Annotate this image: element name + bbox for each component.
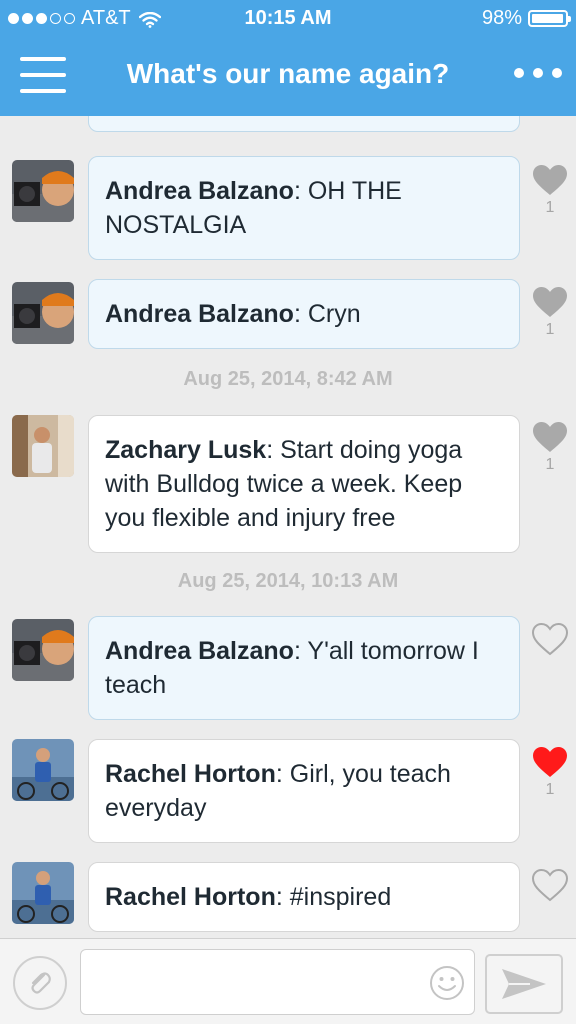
message-separator: : (275, 760, 290, 788)
like-button[interactable]: 1 (532, 164, 568, 217)
like-button[interactable] (532, 623, 568, 658)
like-button[interactable]: 1 (532, 746, 568, 799)
message-text: Cryn (307, 300, 361, 328)
more-dot (533, 68, 543, 78)
more-dots-icon[interactable] (514, 68, 562, 78)
like-count: 1 (545, 321, 555, 338)
send-arrow-icon (502, 969, 546, 999)
top-bar: AT&T 10:15 AM 98% What's our name again? (0, 0, 576, 116)
message-author[interactable]: Rachel Horton (105, 760, 276, 788)
like-button[interactable]: 1 (532, 286, 568, 339)
status-right: 98% (481, 7, 571, 30)
send-button[interactable] (485, 954, 563, 1014)
message-author[interactable]: Andrea Balzano (105, 637, 294, 665)
battery-fill (532, 14, 564, 23)
message-author[interactable]: Andrea Balzano (105, 177, 294, 205)
message-author[interactable]: Zachary Lusk (105, 436, 266, 464)
avatar-image (12, 282, 74, 344)
message-bubble[interactable]: Andrea Balzano: Cryn (88, 279, 520, 349)
message-bubble-partial (88, 116, 520, 132)
message-bubble[interactable]: Andrea Balzano: OH THE NOSTALGIA (88, 156, 520, 260)
message-separator: : (293, 637, 308, 665)
message-separator: : (266, 436, 281, 464)
message-separator: : (293, 300, 308, 328)
heart-icon (533, 422, 567, 452)
battery-icon (528, 10, 571, 27)
paperclip-icon[interactable] (13, 956, 67, 1010)
heart-icon (533, 287, 567, 317)
heart-liked-icon (533, 747, 567, 777)
like-button[interactable] (532, 869, 568, 904)
conversation-title: What's our name again? (126, 58, 450, 89)
timestamp-divider: Aug 25, 2014, 8:42 AM (183, 368, 393, 390)
avatar[interactable] (12, 619, 74, 681)
smiley-glyph (430, 966, 464, 1000)
message-input[interactable] (80, 949, 475, 1015)
message-bubble[interactable]: Zachary Lusk: Start doing yoga with Bull… (88, 415, 520, 553)
like-button[interactable]: 1 (532, 421, 568, 474)
avatar-image (12, 415, 74, 477)
timestamp-divider: Aug 25, 2014, 10:13 AM (177, 570, 399, 592)
battery-percent: 98% (481, 7, 522, 29)
avatar-image (12, 160, 74, 222)
message-bubble[interactable]: Rachel Horton: #inspired (88, 862, 520, 932)
like-count: 1 (545, 781, 555, 798)
menu-line (20, 89, 66, 93)
avatar[interactable] (12, 862, 74, 924)
smiley-icon[interactable] (429, 965, 465, 1001)
hamburger-menu-icon[interactable] (20, 57, 66, 93)
message-author[interactable]: Rachel Horton (105, 883, 276, 911)
heart-outline-icon (532, 869, 568, 902)
heart-icon (533, 165, 567, 195)
avatar-image (12, 619, 74, 681)
nav-bar: What's our name again? (0, 36, 576, 116)
avatar-image (12, 739, 74, 801)
like-count: 1 (545, 456, 555, 473)
avatar[interactable] (12, 282, 74, 344)
message-separator: : (293, 177, 308, 205)
message-text: #inspired (289, 883, 392, 911)
avatar[interactable] (12, 739, 74, 801)
message-bubble[interactable]: Andrea Balzano: Y'all tomorrow I teach (88, 616, 520, 720)
more-dot (514, 68, 524, 78)
status-bar: AT&T 10:15 AM 98% (0, 0, 576, 36)
heart-outline-icon (532, 623, 568, 656)
battery-tip (568, 16, 571, 22)
like-count: 1 (545, 199, 555, 216)
message-author[interactable]: Andrea Balzano (105, 300, 294, 328)
avatar[interactable] (12, 415, 74, 477)
avatar-image (12, 862, 74, 924)
paperclip-glyph (31, 972, 51, 994)
message-bubble[interactable]: Rachel Horton: Girl, you teach everyday (88, 739, 520, 843)
menu-line (20, 57, 66, 61)
message-list[interactable]: Andrea Balzano: OH THE NOSTALGIA 1 Andre… (0, 116, 576, 938)
menu-line (20, 73, 66, 77)
more-dot (552, 68, 562, 78)
message-separator: : (275, 883, 290, 911)
avatar[interactable] (12, 160, 74, 222)
